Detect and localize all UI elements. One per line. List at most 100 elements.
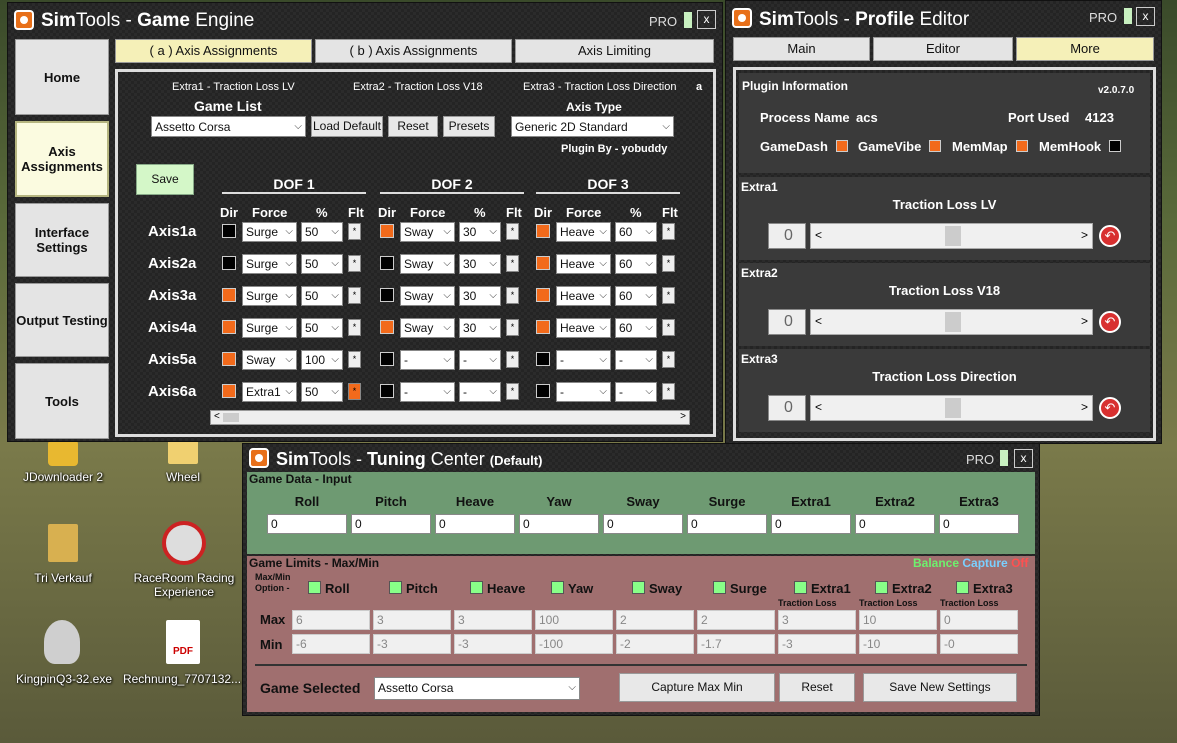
percent-select[interactable]: 50 ⌵	[301, 286, 343, 306]
min-input[interactable]: -100	[535, 634, 613, 654]
balance-capture-toggle[interactable]: Balance Capture Off	[913, 556, 1028, 570]
presets-button[interactable]: Presets	[443, 116, 495, 137]
filter-button[interactable]: *	[662, 255, 675, 272]
slider-thumb[interactable]	[945, 312, 961, 332]
percent-select[interactable]: - ⌵	[459, 382, 501, 402]
force-select[interactable]: - ⌵	[556, 382, 611, 402]
min-input[interactable]: -0	[940, 634, 1018, 654]
option-checkbox[interactable]	[875, 581, 888, 594]
extra-slider[interactable]: < >	[810, 223, 1093, 249]
tab-editor[interactable]: Editor	[873, 37, 1013, 61]
tab-more[interactable]: More	[1016, 37, 1154, 61]
percent-select[interactable]: 50 ⌵	[301, 382, 343, 402]
nav-interface-settings[interactable]: Interface Settings	[15, 203, 109, 277]
game-data-input[interactable]: 0	[771, 514, 851, 534]
tuning-center-titlebar[interactable]: SimTools - Tuning Center (Default) PRO x	[243, 444, 1039, 474]
option-checkbox[interactable]	[470, 581, 483, 594]
force-select[interactable]: Sway ⌵	[400, 254, 455, 274]
filter-button[interactable]: *	[506, 223, 519, 240]
close-button[interactable]: x	[1136, 7, 1155, 26]
percent-select[interactable]: 50 ⌵	[301, 254, 343, 274]
force-select[interactable]: Surge ⌵	[242, 318, 297, 338]
reset-icon[interactable]: ↶	[1099, 225, 1121, 247]
force-select[interactable]: Surge ⌵	[242, 254, 297, 274]
force-select[interactable]: - ⌵	[400, 350, 455, 370]
extra-slider[interactable]: < >	[810, 395, 1093, 421]
min-input[interactable]: -2	[616, 634, 694, 654]
game-data-input[interactable]: 0	[603, 514, 683, 534]
max-input[interactable]: 3	[454, 610, 532, 630]
option-checkbox[interactable]	[713, 581, 726, 594]
force-select[interactable]: Surge ⌵	[242, 222, 297, 242]
dir-checkbox[interactable]	[380, 224, 394, 238]
nav-axis-assignments[interactable]: Axis Assignments	[15, 121, 109, 197]
tab-axis-assignments-a[interactable]: ( a ) Axis Assignments	[115, 39, 312, 63]
dir-checkbox[interactable]	[380, 288, 394, 302]
max-input[interactable]: 2	[616, 610, 694, 630]
percent-select[interactable]: 60 ⌵	[615, 254, 657, 274]
slider-thumb[interactable]	[945, 226, 961, 246]
close-button[interactable]: x	[1014, 449, 1033, 468]
game-data-input[interactable]: 0	[351, 514, 431, 534]
max-input[interactable]: 3	[778, 610, 856, 630]
game-data-input[interactable]: 0	[267, 514, 347, 534]
save-button[interactable]: Save	[136, 164, 194, 195]
reset-button[interactable]: Reset	[388, 116, 438, 137]
option-checkbox[interactable]	[551, 581, 564, 594]
tab-main[interactable]: Main	[733, 37, 870, 61]
force-select[interactable]: Heave ⌵	[556, 286, 611, 306]
percent-select[interactable]: - ⌵	[615, 382, 657, 402]
scroll-left-icon[interactable]: <	[214, 411, 220, 422]
max-input[interactable]: 3	[373, 610, 451, 630]
percent-select[interactable]: 60 ⌵	[615, 222, 657, 242]
dir-checkbox[interactable]	[536, 320, 550, 334]
filter-button[interactable]: *	[348, 287, 361, 304]
game-engine-titlebar[interactable]: SimTools - Game Engine PRO x	[8, 3, 722, 37]
axis-type-select[interactable]: Generic 2D Standard ⌵	[511, 116, 674, 137]
reset-icon[interactable]: ↶	[1099, 311, 1121, 333]
tab-axis-limiting[interactable]: Axis Limiting	[515, 39, 714, 63]
reset-button[interactable]: Reset	[779, 673, 855, 702]
filter-button[interactable]: *	[348, 351, 361, 368]
min-input[interactable]: -3	[373, 634, 451, 654]
filter-button[interactable]: *	[506, 287, 519, 304]
force-select[interactable]: Sway ⌵	[400, 318, 455, 338]
game-data-input[interactable]: 0	[687, 514, 767, 534]
game-data-input[interactable]: 0	[939, 514, 1019, 534]
force-select[interactable]: Sway ⌵	[400, 222, 455, 242]
tab-axis-assignments-b[interactable]: ( b ) Axis Assignments	[315, 39, 512, 63]
force-select[interactable]: Sway ⌵	[242, 350, 297, 370]
force-select[interactable]: - ⌵	[556, 350, 611, 370]
option-checkbox[interactable]	[389, 581, 402, 594]
capture-max-min-button[interactable]: Capture Max Min	[619, 673, 775, 702]
filter-button[interactable]: *	[348, 255, 361, 272]
profile-editor-titlebar[interactable]: SimTools - Profile Editor PRO x	[726, 1, 1161, 35]
dir-checkbox[interactable]	[222, 352, 236, 366]
percent-select[interactable]: 50 ⌵	[301, 318, 343, 338]
percent-select[interactable]: 60 ⌵	[615, 286, 657, 306]
extra-slider[interactable]: < >	[810, 309, 1093, 335]
option-checkbox[interactable]	[632, 581, 645, 594]
percent-select[interactable]: 50 ⌵	[301, 222, 343, 242]
dir-checkbox[interactable]	[536, 384, 550, 398]
nav-tools[interactable]: Tools	[15, 363, 109, 439]
dir-checkbox[interactable]	[536, 256, 550, 270]
option-checkbox[interactable]	[956, 581, 969, 594]
min-input[interactable]: -10	[859, 634, 937, 654]
slider-right-arrow[interactable]: >	[1081, 400, 1088, 414]
percent-select[interactable]: 100 ⌵	[301, 350, 343, 370]
dir-checkbox[interactable]	[380, 320, 394, 334]
filter-button[interactable]: *	[662, 223, 675, 240]
game-data-input[interactable]: 0	[435, 514, 515, 534]
game-data-input[interactable]: 0	[519, 514, 599, 534]
dir-checkbox[interactable]	[380, 256, 394, 270]
game-list-select[interactable]: Assetto Corsa ⌵	[151, 116, 306, 137]
nav-home[interactable]: Home	[15, 39, 109, 115]
dir-checkbox[interactable]	[536, 352, 550, 366]
slider-left-arrow[interactable]: <	[815, 400, 822, 414]
slider-right-arrow[interactable]: >	[1081, 314, 1088, 328]
percent-select[interactable]: 30 ⌵	[459, 286, 501, 306]
option-checkbox[interactable]	[794, 581, 807, 594]
scroll-right-icon[interactable]: >	[680, 411, 686, 422]
min-input[interactable]: -3	[778, 634, 856, 654]
